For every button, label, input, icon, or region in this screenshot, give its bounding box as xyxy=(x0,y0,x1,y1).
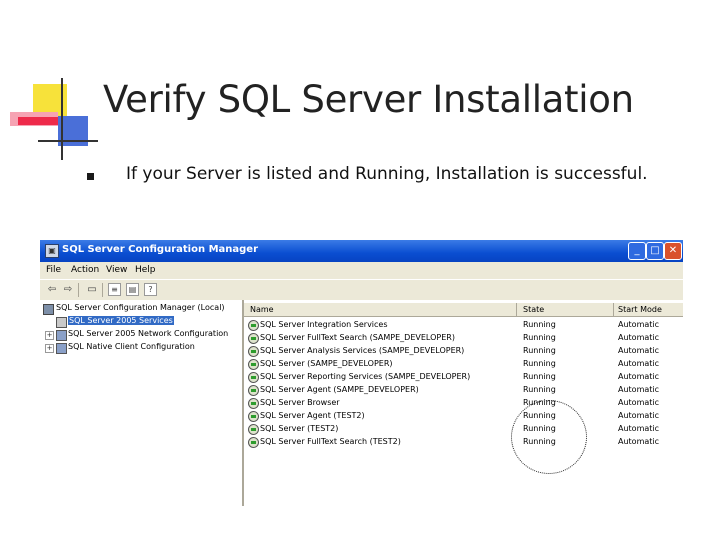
services-list: Name State Start Mode SQL Server Integra… xyxy=(244,300,683,506)
column-header-state[interactable]: State xyxy=(523,305,544,314)
service-icon xyxy=(248,320,259,331)
service-name: SQL Server (SAMPE_DEVELOPER) xyxy=(260,359,393,368)
table-row[interactable]: SQL Server Reporting Services (SAMPE_DEV… xyxy=(244,371,683,383)
table-row[interactable]: SQL Server FullText Search (TEST2) Runni… xyxy=(244,436,683,448)
computer-icon xyxy=(43,304,54,315)
tree-item-label: SQL Native Client Configuration xyxy=(68,342,195,351)
list-header: Name State Start Mode xyxy=(244,303,683,317)
table-row[interactable]: SQL Server (SAMPE_DEVELOPER) Running Aut… xyxy=(244,358,683,370)
bullet-marker xyxy=(87,173,94,180)
service-icon xyxy=(248,346,259,357)
service-state: Running xyxy=(523,333,556,342)
menu-view[interactable]: View xyxy=(106,265,127,275)
toolbar-separator xyxy=(78,283,79,297)
service-icon xyxy=(248,385,259,396)
column-divider[interactable] xyxy=(516,303,517,316)
service-name: SQL Server FullText Search (SAMPE_DEVELO… xyxy=(260,333,455,342)
client-icon xyxy=(56,343,67,354)
toolbar-separator xyxy=(102,283,103,297)
menu-file[interactable]: File xyxy=(46,265,61,275)
decor-horizontal-line xyxy=(38,140,98,142)
service-start-mode: Automatic xyxy=(618,333,660,342)
table-row[interactable]: SQL Server (TEST2) Running Automatic xyxy=(244,423,683,435)
help-icon[interactable]: ? xyxy=(144,283,157,296)
column-divider[interactable] xyxy=(613,303,614,316)
table-row[interactable]: SQL Server FullText Search (SAMPE_DEVELO… xyxy=(244,332,683,344)
service-name: SQL Server Reporting Services (SAMPE_DEV… xyxy=(260,372,471,381)
expand-plus-icon[interactable]: + xyxy=(45,344,54,353)
tree-pane: SQL Server Configuration Manager (Local)… xyxy=(40,300,244,506)
service-start-mode: Automatic xyxy=(618,424,660,433)
tree-item-label: SQL Server 2005 Network Configuration xyxy=(68,329,229,338)
table-row[interactable]: SQL Server Browser Running Automatic xyxy=(244,397,683,409)
toolbar: ⇦ ⇨ ▭ ≡ ▤ ? xyxy=(40,279,683,301)
service-state: Running xyxy=(523,385,556,394)
table-row[interactable]: SQL Server Integration Services Running … xyxy=(244,319,683,331)
service-start-mode: Automatic xyxy=(618,398,660,407)
minimize-button[interactable]: _ xyxy=(628,242,646,260)
service-name: SQL Server Agent (SAMPE_DEVELOPER) xyxy=(260,385,419,394)
config-manager-window: ▣ SQL Server Configuration Manager _ □ ✕… xyxy=(40,240,683,506)
decor-vertical-line xyxy=(61,78,63,160)
slide-title: Verify SQL Server Installation xyxy=(103,78,634,121)
service-state: Running xyxy=(523,320,556,329)
column-header-start-mode[interactable]: Start Mode xyxy=(618,305,662,314)
tree-item-label: SQL Server Configuration Manager (Local) xyxy=(56,303,225,312)
export-list-icon[interactable]: ▤ xyxy=(126,283,139,296)
menu-action[interactable]: Action xyxy=(71,265,99,275)
service-start-mode: Automatic xyxy=(618,437,660,446)
bullet-text: If your Server is listed and Running, In… xyxy=(126,164,648,184)
service-state: Running xyxy=(523,359,556,368)
maximize-button[interactable]: □ xyxy=(646,242,664,260)
menu-bar: File Action View Help xyxy=(40,262,683,279)
service-start-mode: Automatic xyxy=(618,372,660,381)
table-row[interactable]: SQL Server Analysis Services (SAMPE_DEVE… xyxy=(244,345,683,357)
service-state: Running xyxy=(523,346,556,355)
window-title: SQL Server Configuration Manager xyxy=(62,244,259,255)
service-name: SQL Server Agent (TEST2) xyxy=(260,411,365,420)
service-icon xyxy=(248,437,259,448)
decor-red-bar xyxy=(18,117,58,125)
close-button[interactable]: ✕ xyxy=(664,242,682,260)
window-titlebar[interactable]: ▣ SQL Server Configuration Manager _ □ ✕ xyxy=(40,240,683,262)
app-icon: ▣ xyxy=(45,244,59,258)
forward-arrow-icon[interactable]: ⇨ xyxy=(61,283,75,296)
table-row[interactable]: SQL Server Agent (TEST2) Running Automat… xyxy=(244,410,683,422)
service-name: SQL Server (TEST2) xyxy=(260,424,339,433)
service-state: Running xyxy=(523,372,556,381)
highlight-circle-annotation xyxy=(511,400,587,474)
service-name: SQL Server Integration Services xyxy=(260,320,388,329)
service-icon xyxy=(248,424,259,435)
service-start-mode: Automatic xyxy=(618,385,660,394)
menu-help[interactable]: Help xyxy=(135,265,156,275)
column-header-name[interactable]: Name xyxy=(250,305,274,314)
back-arrow-icon[interactable]: ⇦ xyxy=(45,283,59,296)
tree-item-label: SQL Server 2005 Services xyxy=(68,316,174,325)
server-icon xyxy=(56,317,67,328)
service-name: SQL Server Analysis Services (SAMPE_DEVE… xyxy=(260,346,465,355)
service-start-mode: Automatic xyxy=(618,359,660,368)
service-icon xyxy=(248,359,259,370)
service-name: SQL Server FullText Search (TEST2) xyxy=(260,437,401,446)
service-icon xyxy=(248,411,259,422)
table-row[interactable]: SQL Server Agent (SAMPE_DEVELOPER) Runni… xyxy=(244,384,683,396)
service-icon xyxy=(248,398,259,409)
service-start-mode: Automatic xyxy=(618,411,660,420)
service-name: SQL Server Browser xyxy=(260,398,340,407)
service-start-mode: Automatic xyxy=(618,346,660,355)
network-icon xyxy=(56,330,67,341)
properties-icon[interactable]: ≡ xyxy=(108,283,121,296)
service-icon xyxy=(248,372,259,383)
expand-plus-icon[interactable]: + xyxy=(45,331,54,340)
service-start-mode: Automatic xyxy=(618,320,660,329)
up-folder-icon[interactable]: ▭ xyxy=(85,283,99,296)
service-icon xyxy=(248,333,259,344)
